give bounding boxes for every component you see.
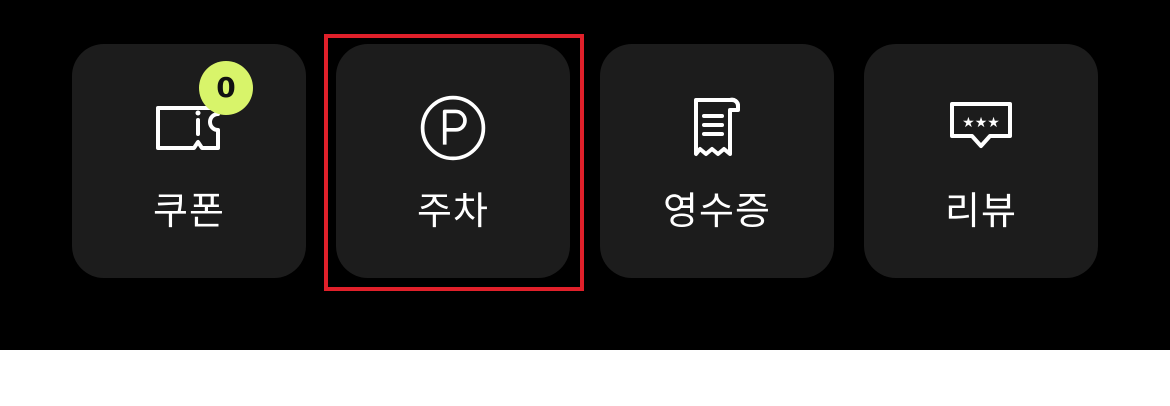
content-area	[0, 350, 1170, 406]
review-label: 리뷰	[945, 189, 1017, 233]
coupon-count-badge: 0	[199, 61, 253, 115]
parking-label: 주차	[417, 189, 489, 233]
coupon-label: 쿠폰	[153, 189, 225, 233]
receipt-tile[interactable]: 영수증	[600, 44, 834, 278]
parking-icon	[418, 95, 488, 161]
review-icon: ★★★	[946, 98, 1016, 158]
parking-tile[interactable]: 주차	[336, 44, 570, 278]
review-tile[interactable]: ★★★ 리뷰	[864, 44, 1098, 278]
quick-action-panel: 0 쿠폰 주차 영수증 ★★★ 리뷰	[0, 0, 1170, 350]
svg-text:★★★: ★★★	[962, 115, 1000, 131]
receipt-icon	[682, 97, 752, 158]
receipt-label: 영수증	[663, 189, 771, 233]
coupon-tile[interactable]: 0 쿠폰	[72, 44, 306, 278]
